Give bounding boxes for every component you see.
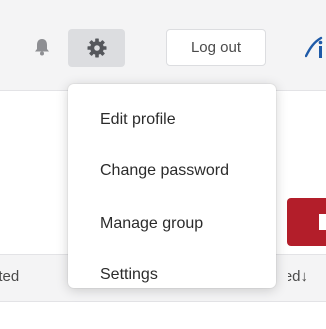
logout-button[interactable]: Log out	[166, 29, 266, 66]
column-header-right[interactable]: lated↓	[288, 268, 326, 285]
menu-item-edit-profile[interactable]: Edit profile	[100, 107, 176, 133]
bell-icon[interactable]	[34, 38, 50, 56]
settings-button[interactable]	[68, 29, 125, 67]
column-header-left[interactable]: ated	[0, 268, 44, 285]
menu-item-manage-group[interactable]: Manage group	[100, 211, 203, 237]
menu-item-change-password[interactable]: Change password	[100, 158, 229, 184]
button-glyph	[319, 214, 326, 230]
primary-action-button[interactable]	[287, 198, 326, 246]
brand-logo-icon[interactable]	[305, 34, 326, 64]
menu-item-settings[interactable]: Settings	[100, 262, 158, 288]
gear-icon	[87, 38, 107, 58]
settings-dropdown-menu: Edit profile Change password Manage grou…	[68, 84, 276, 288]
top-header-bar: Log out	[0, 0, 326, 91]
